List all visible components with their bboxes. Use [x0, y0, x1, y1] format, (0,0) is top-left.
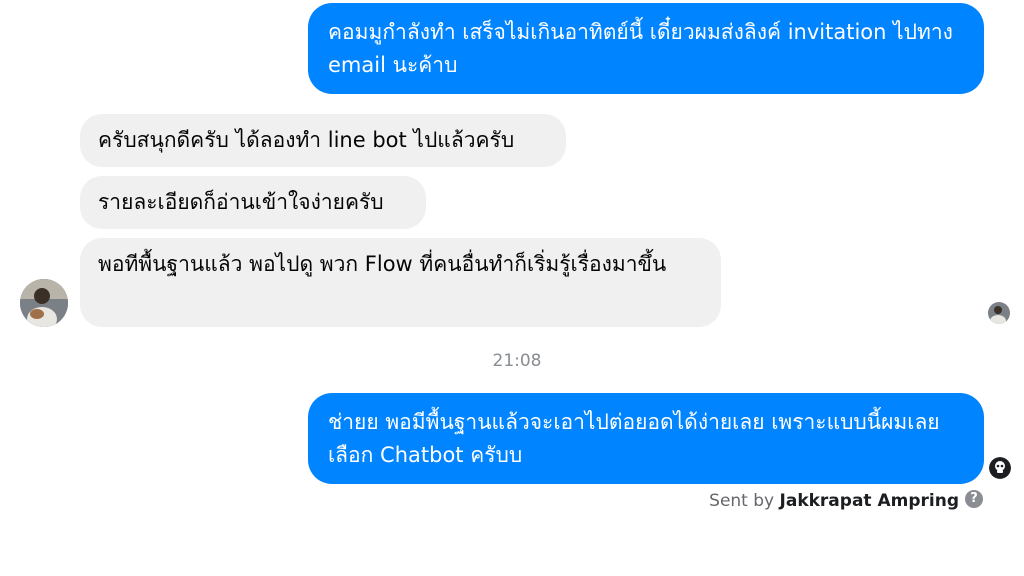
- incoming-message[interactable]: พอทีพื้นฐานแล้ว พอไปดู พวก Flow ที่คนอื่…: [80, 238, 721, 327]
- sent-by-label: Sent by Jakkrapat Ampring: [709, 491, 959, 511]
- sent-by-prefix: Sent by: [709, 491, 775, 511]
- incoming-message[interactable]: ครับสนุกดีครับ ได้ลองทำ line bot ไปแล้วค…: [80, 114, 566, 167]
- message-text: ช่ายย พอมีพื้นฐานแล้วจะเอาไปต่อยอดได้ง่า…: [328, 410, 940, 467]
- sent-by-name[interactable]: Jakkrapat Ampring: [780, 491, 959, 511]
- incoming-message[interactable]: รายละเอียดก็อ่านเข้าใจง่ายครับ: [80, 176, 426, 229]
- sender-avatar[interactable]: [20, 279, 68, 327]
- message-text: พอทีพื้นฐานแล้ว พอไปดู พวก Flow ที่คนอื่…: [98, 252, 667, 276]
- message-text: รายละเอียดก็อ่านเข้าใจง่ายครับ: [98, 190, 384, 214]
- seen-indicator-icon: [989, 457, 1011, 479]
- help-circle-icon[interactable]: ?: [965, 490, 983, 508]
- outgoing-message[interactable]: ช่ายย พอมีพื้นฐานแล้วจะเอาไปต่อยอดได้ง่า…: [308, 393, 984, 484]
- outgoing-message[interactable]: คอมมูกำลังทำ เสร็จไม่เกินอาทิตย์นี้ เดี๋…: [308, 3, 984, 94]
- seen-avatar: [988, 302, 1010, 324]
- message-text: คอมมูกำลังทำ เสร็จไม่เกินอาทิตย์นี้ เดี๋…: [328, 20, 953, 77]
- message-text: ครับสนุกดีครับ ได้ลองทำ line bot ไปแล้วค…: [98, 128, 515, 152]
- timestamp: 21:08: [492, 351, 542, 371]
